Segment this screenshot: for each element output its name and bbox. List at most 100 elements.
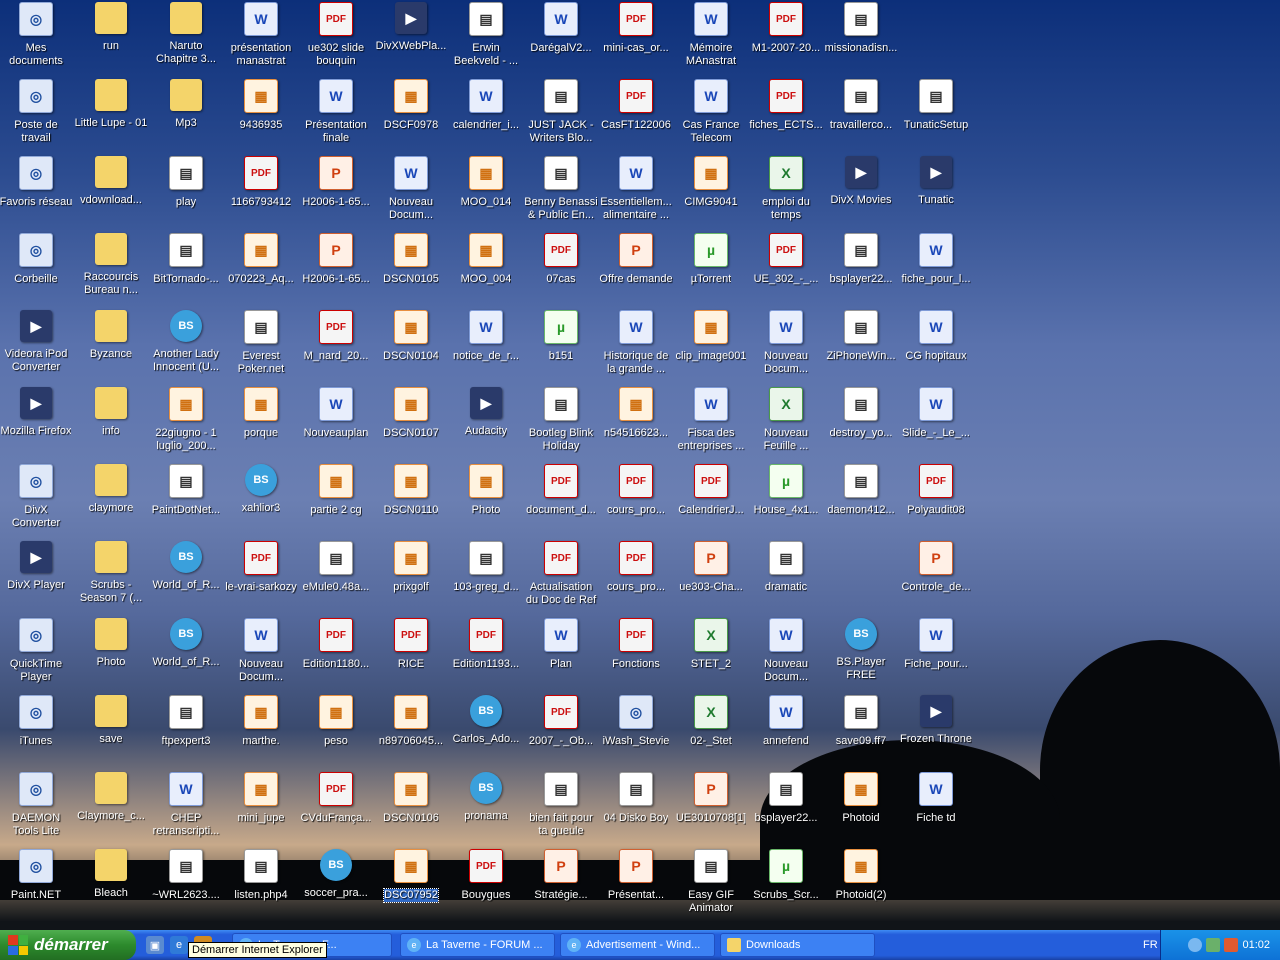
desktop-icon[interactable]: ▤ Erwin Beekveld - ...	[449, 2, 523, 68]
network-tray-icon[interactable]	[1206, 938, 1221, 952]
desktop-icon[interactable]: W DarégalV2...	[524, 2, 598, 55]
desktop-icon[interactable]: W Fisca des entreprises ...	[674, 387, 748, 453]
desktop-icon[interactable]: P Offre demande	[599, 233, 673, 286]
desktop-icon[interactable]: ▦ peso	[299, 695, 373, 748]
desktop-icon[interactable]: W Fiche_pour...	[899, 618, 973, 671]
task-advertisement[interactable]: e Advertisement - Wind...	[560, 933, 715, 957]
desktop-icon[interactable]: ▤ Easy GIF Animator	[674, 849, 748, 915]
show-desktop-icon[interactable]: ▣	[146, 936, 164, 954]
desktop-icon[interactable]: ▤ TunaticSetup	[899, 79, 973, 132]
desktop-icon[interactable]: ▤ travaillerco...	[824, 79, 898, 132]
desktop-icon[interactable]: ▶ DivX Movies	[824, 156, 898, 207]
desktop-icon[interactable]: ▦ Photoid(2)	[824, 849, 898, 902]
desktop-icon[interactable]: µ µTorrent	[674, 233, 748, 286]
desktop-icon[interactable]: ◎ Mes documents	[0, 2, 73, 68]
desktop-icon[interactable]: ▶ Mozilla Firefox	[0, 387, 73, 438]
desktop-icon[interactable]: ▤ ftpexpert3	[149, 695, 223, 748]
desktop-icon[interactable]: Claymore_c...	[74, 772, 148, 823]
desktop-icon[interactable]: ▤ Bootleg Blink Holiday	[524, 387, 598, 453]
desktop-icon[interactable]: W Présentation finale	[299, 79, 373, 145]
desktop-icon[interactable]: P H2006-1-65...	[299, 156, 373, 209]
desktop-icon[interactable]: ▤ play	[149, 156, 223, 209]
desktop-icon[interactable]: ▶ DivX Player	[0, 541, 73, 592]
task-downloads[interactable]: Downloads	[720, 933, 875, 957]
desktop-icon[interactable]: P Stratégie...	[524, 849, 598, 902]
desktop-icon[interactable]: ▤ BitTornado-...	[149, 233, 223, 286]
desktop-icon[interactable]: Wnotice_de_r...	[449, 310, 523, 363]
desktop-icon[interactable]: ◎ Corbeille	[0, 233, 73, 286]
desktop-icon[interactable]: PDF M_nard_20...	[299, 310, 373, 363]
desktop-icon[interactable]: PDF 1166793412	[224, 156, 298, 209]
desktop-icon[interactable]: W CG hopitaux	[899, 310, 973, 363]
desktop-icon[interactable]: run	[74, 2, 148, 53]
desktop-icon[interactable]: ▦ DSCN0106	[374, 772, 448, 825]
desktop-icon[interactable]: ◎ DivX Converter	[0, 464, 73, 530]
desktop-icon[interactable]: ▦ clip_image001	[674, 310, 748, 363]
desktop-icon[interactable]: X STET_2	[674, 618, 748, 671]
desktop-icon[interactable]: PDF Bouygues	[449, 849, 523, 902]
desktop-icon[interactable]: P Controle_de...	[899, 541, 973, 594]
desktop-icon[interactable]: Byzance	[74, 310, 148, 361]
desktop-icon[interactable]: ▶ Tunatic	[899, 156, 973, 207]
desktop-icon[interactable]: ▦ mini_jupe	[224, 772, 298, 825]
desktop-icon[interactable]: vdownload...	[74, 156, 148, 207]
desktop-icon[interactable]: P H2006-1-65...	[299, 233, 373, 286]
desktop-icon[interactable]: X Nouveau Feuille ...	[749, 387, 823, 453]
desktop-icon[interactable]: ▤ 103-greg_d...	[449, 541, 523, 594]
desktop-icon[interactable]: ▦ Photo	[449, 464, 523, 517]
desktop-icon[interactable]: ◎ iWash_Stevie	[599, 695, 673, 748]
desktop-icon[interactable]: Wprésentation manastrat	[224, 2, 298, 68]
desktop-icon[interactable]: Little Lupe - 01	[74, 79, 148, 130]
desktop-icon[interactable]: ▦ DSCN0105	[374, 233, 448, 286]
desktop-icon[interactable]: ▦ DSCN0104	[374, 310, 448, 363]
desktop-icon[interactable]: ▦ partie 2 cg	[299, 464, 373, 517]
desktop-icon[interactable]: PDF fiches_ECTS...	[749, 79, 823, 132]
desktop-icon[interactable]: PDF cours_pro...	[599, 464, 673, 517]
desktop-icon[interactable]: Wcalendrier_i...	[449, 79, 523, 132]
desktop-icon[interactable]: ▶ Audacity	[449, 387, 523, 438]
desktop-icon[interactable]: ▤ missionadisn...	[824, 2, 898, 55]
desktop-icon[interactable]: PDF ue302 slide bouquin	[299, 2, 373, 68]
desktop-icon[interactable]: ▦ DSCF0978	[374, 79, 448, 132]
desktop-icon[interactable]: BS World_of_R...	[149, 541, 223, 592]
desktop-icon[interactable]: ▤ eMule0.48a...	[299, 541, 373, 594]
desktop-icon[interactable]: ◎ Paint.NET	[0, 849, 73, 902]
desktop-icon[interactable]: ◎ Poste de travail	[0, 79, 73, 145]
desktop-icon[interactable]: ▶ DivXWebPla...	[374, 2, 448, 53]
desktop-icon[interactable]: ▶ Videora iPod Converter	[0, 310, 73, 374]
desktop-icon[interactable]: ▤ destroy_yo...	[824, 387, 898, 440]
desktop-icon[interactable]: ▤ save09.ff7	[824, 695, 898, 748]
desktop-icon[interactable]: W CHEP retranscripti...	[149, 772, 223, 838]
desktop-icon[interactable]: ◎ QuickTime Player	[0, 618, 73, 684]
desktop-icon[interactable]: BS pronama	[449, 772, 523, 823]
desktop-icon[interactable]: Mp3	[149, 79, 223, 130]
desktop-icon[interactable]: Wannefend	[749, 695, 823, 748]
desktop-icon[interactable]: BS xahlior3	[224, 464, 298, 515]
desktop-icon[interactable]: ▤ Everest Poker.net	[224, 310, 298, 376]
desktop-icon[interactable]: W Plan	[524, 618, 598, 671]
desktop-icon[interactable]: BS soccer_pra...	[299, 849, 373, 900]
desktop-icon[interactable]: Wfiche_pour_l...	[899, 233, 973, 286]
desktop-icon[interactable]: claymore	[74, 464, 148, 515]
desktop-icon[interactable]: PDF Edition1180...	[299, 618, 373, 671]
desktop-icon[interactable]: ▦ DSC07952	[374, 849, 448, 903]
desktop-icon[interactable]: ▦ DSCN0107	[374, 387, 448, 440]
desktop-icon[interactable]: µ b151	[524, 310, 598, 363]
desktop-icon[interactable]: ▦ DSCN0110	[374, 464, 448, 517]
desktop-icon[interactable]: ▦ 22giugno - 1 luglio_200...	[149, 387, 223, 453]
desktop-icon[interactable]: W Nouveau Docum...	[749, 310, 823, 376]
desktop-icon[interactable]: W Essentiellem... alimentaire ...	[599, 156, 673, 222]
desktop-icon[interactable]: ▤ listen.php4	[224, 849, 298, 902]
desktop-icon[interactable]: PDF UE_302_-_...	[749, 233, 823, 286]
desktop-icon[interactable]: Xemploi du temps	[749, 156, 823, 222]
desktop-icon[interactable]: ▤ daemon412...	[824, 464, 898, 517]
desktop-icon[interactable]: ▤ ~WRL2623....	[149, 849, 223, 902]
task-taverne-forum[interactable]: e La Taverne - FORUM ...	[400, 933, 555, 957]
desktop-icon[interactable]: PDF Actualisation du Doc de Ref	[524, 541, 598, 607]
start-button[interactable]: démarrer	[0, 930, 136, 960]
desktop-icon[interactable]: W Fiche td	[899, 772, 973, 825]
desktop-icon[interactable]: ▦ prixgolf	[374, 541, 448, 594]
desktop-icon[interactable]: ▦ Photoid	[824, 772, 898, 825]
internet-explorer-icon[interactable]: e	[170, 936, 188, 954]
desktop-icon[interactable]: W Nouveau Docum...	[224, 618, 298, 684]
